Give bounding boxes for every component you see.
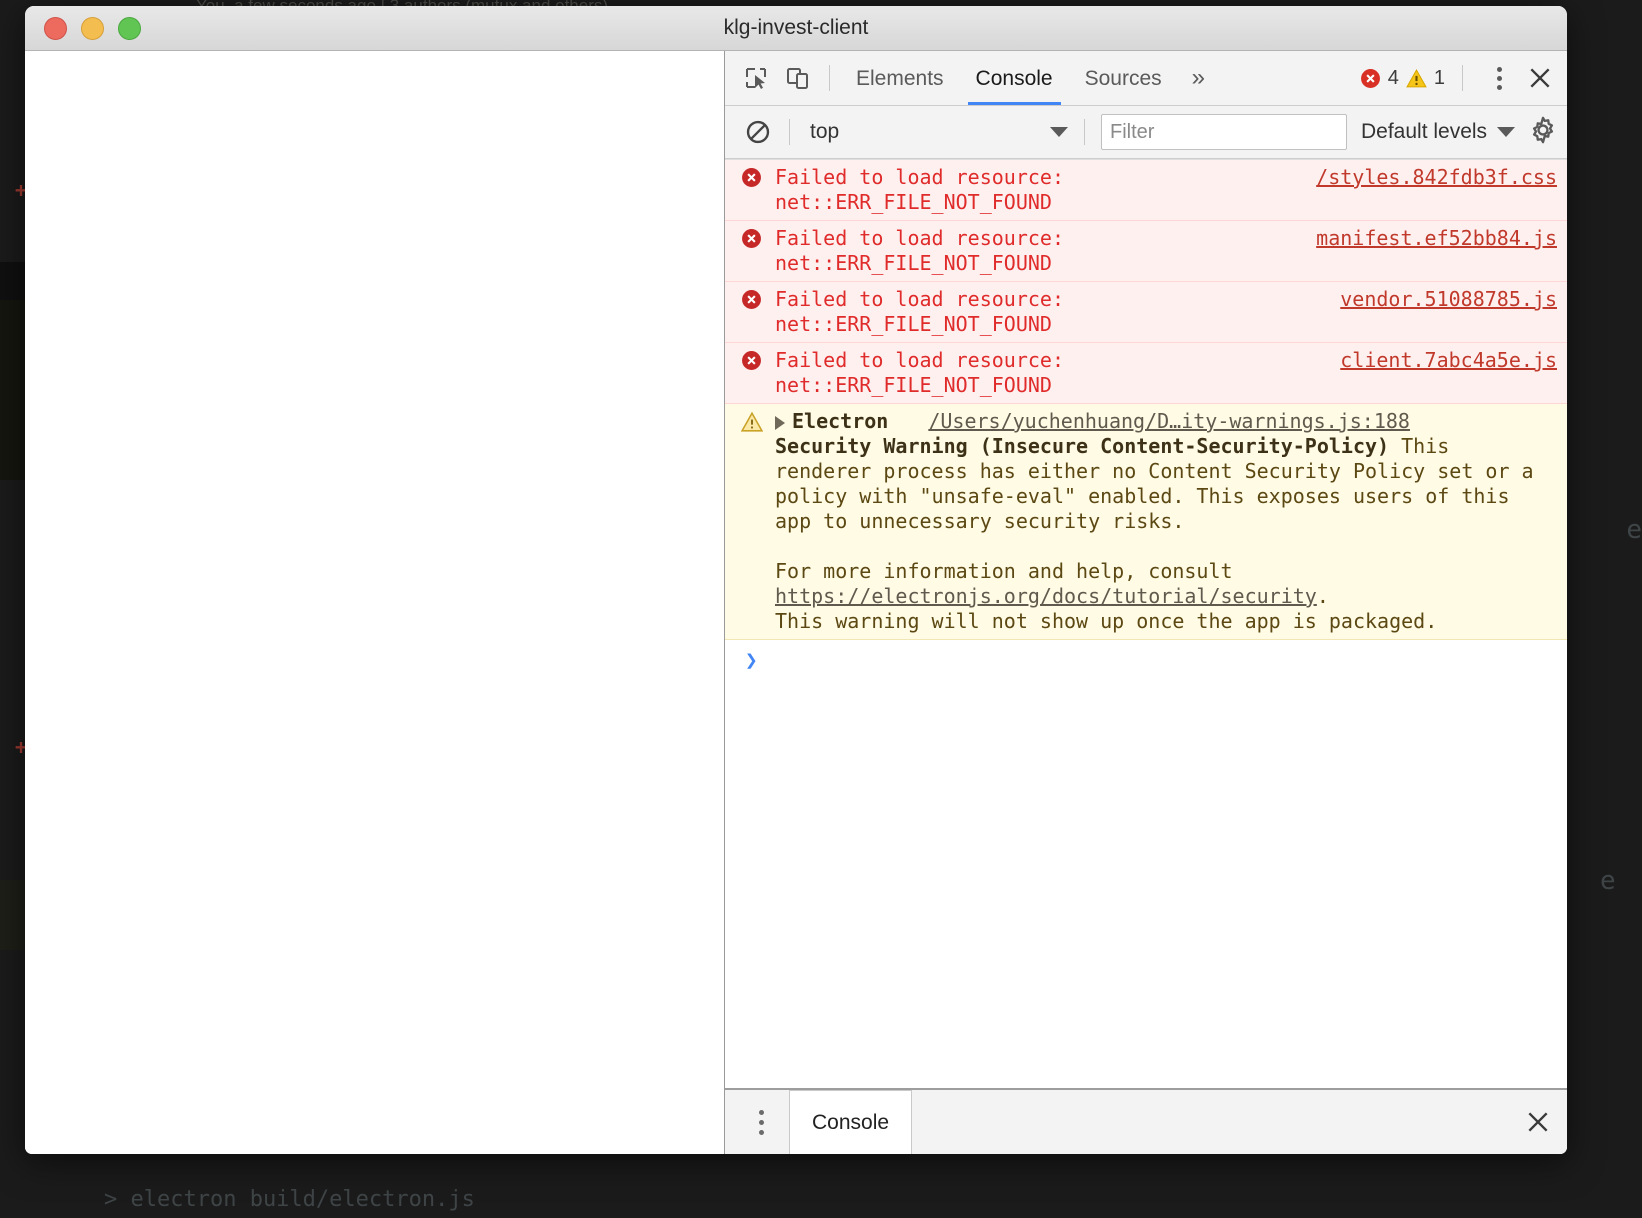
filterbar-divider bbox=[1084, 119, 1085, 145]
warning-title: Electron bbox=[792, 409, 889, 433]
devtools-toolbar: Elements Console Sources » 4 1 bbox=[725, 51, 1567, 106]
error-circle-icon bbox=[741, 287, 775, 337]
console-message-list[interactable]: Failed to load resource: net::ERR_FILE_N… bbox=[725, 159, 1567, 1088]
window-controls bbox=[44, 16, 141, 40]
prompt-chevron-icon: ❯ bbox=[745, 648, 758, 672]
expand-arrow-icon[interactable] bbox=[775, 416, 785, 430]
console-warning-row[interactable]: Electron /Users/yuchenhuang/D…ity-warnin… bbox=[725, 404, 1567, 640]
close-window-button[interactable] bbox=[44, 16, 67, 40]
chevron-down-icon bbox=[1497, 127, 1516, 137]
error-circle-icon bbox=[741, 226, 775, 276]
console-filter-bar: top Filter Default levels bbox=[725, 106, 1567, 159]
error-circle-icon bbox=[741, 348, 775, 398]
warning-count: 1 bbox=[1433, 66, 1445, 89]
error-circle-icon bbox=[741, 165, 775, 215]
warning-paragraph-3: This warning will not show up once the a… bbox=[775, 609, 1438, 633]
toolbar-divider bbox=[1462, 65, 1463, 91]
window-title: klg-invest-client bbox=[723, 16, 869, 39]
electron-security-docs-link[interactable]: https://electronjs.org/docs/tutorial/sec… bbox=[775, 584, 1317, 608]
error-count: 4 bbox=[1387, 66, 1399, 89]
console-error-row[interactable]: Failed to load resource: net::ERR_FILE_N… bbox=[725, 160, 1567, 221]
filter-input[interactable]: Filter bbox=[1101, 114, 1347, 150]
toolbar-divider bbox=[829, 65, 830, 91]
warning-consult-suffix: . bbox=[1316, 584, 1329, 608]
tab-elements[interactable]: Elements bbox=[840, 52, 960, 105]
console-error-text: Failed to load resource: net::ERR_FILE_N… bbox=[775, 348, 1064, 397]
warning-triangle-icon bbox=[1406, 68, 1427, 89]
clear-console-icon[interactable] bbox=[737, 112, 779, 152]
chevron-down-icon bbox=[1050, 127, 1068, 137]
inspect-element-icon[interactable] bbox=[735, 58, 777, 98]
more-tabs-icon[interactable]: » bbox=[1178, 64, 1217, 92]
filterbar-divider bbox=[789, 119, 790, 145]
console-error-text: Failed to load resource: net::ERR_FILE_N… bbox=[775, 165, 1064, 214]
console-error-row[interactable]: Failed to load resource: net::ERR_FILE_N… bbox=[725, 282, 1567, 343]
warning-triangle-icon bbox=[740, 409, 775, 634]
drawer-tab-console[interactable]: Console bbox=[789, 1089, 913, 1154]
error-circle-icon bbox=[1360, 68, 1381, 89]
app-window: klg-invest-client Elements Console Sourc… bbox=[25, 6, 1567, 1154]
tab-sources[interactable]: Sources bbox=[1069, 52, 1178, 105]
console-error-text: Failed to load resource: net::ERR_FILE_N… bbox=[775, 287, 1064, 336]
console-error-row[interactable]: Failed to load resource: net::ERR_FILE_N… bbox=[725, 221, 1567, 282]
drawer-more-options-icon[interactable] bbox=[739, 1109, 783, 1135]
console-error-row[interactable]: Failed to load resource: net::ERR_FILE_N… bbox=[725, 343, 1567, 404]
log-levels-selector[interactable]: Default levels bbox=[1361, 120, 1516, 144]
execution-context-value: top bbox=[810, 120, 840, 143]
terminal-command-line: > electron build/electron.js bbox=[104, 1187, 475, 1212]
console-error-text: Failed to load resource: net::ERR_FILE_N… bbox=[775, 226, 1064, 275]
warning-source-link[interactable]: /Users/yuchenhuang/D…ity-warnings.js:188 bbox=[928, 409, 1410, 434]
window-body: Elements Console Sources » 4 1 top Filte… bbox=[25, 51, 1567, 1154]
devtools-panel: Elements Console Sources » 4 1 top Filte… bbox=[724, 51, 1567, 1154]
console-prompt[interactable]: ❯ bbox=[725, 640, 1567, 680]
issue-counters[interactable]: 4 1 bbox=[1360, 65, 1479, 91]
warning-bold-lead: Security Warning (Insecure Content-Secur… bbox=[775, 434, 1390, 458]
settings-gear-icon[interactable] bbox=[1529, 116, 1557, 149]
console-error-source-link[interactable]: /styles.842fdb3f.css bbox=[1306, 165, 1557, 215]
warning-body: Security Warning (Insecure Content-Secur… bbox=[775, 434, 1557, 534]
console-error-source-link[interactable]: vendor.51088785.js bbox=[1330, 287, 1557, 337]
devtools-drawer: Console bbox=[725, 1088, 1567, 1154]
zoom-window-button[interactable] bbox=[118, 16, 141, 40]
log-levels-label: Default levels bbox=[1361, 120, 1488, 143]
minimize-window-button[interactable] bbox=[81, 16, 104, 40]
close-drawer-icon[interactable] bbox=[1525, 1109, 1567, 1135]
more-options-icon[interactable] bbox=[1479, 66, 1519, 90]
device-toolbar-icon[interactable] bbox=[777, 58, 819, 98]
backdrop-right-text: e bbox=[1600, 866, 1616, 896]
execution-context-selector[interactable]: top bbox=[800, 114, 1074, 150]
warning-paragraph-2: For more information and help, consult h… bbox=[775, 559, 1557, 609]
tab-console[interactable]: Console bbox=[960, 52, 1069, 105]
window-titlebar[interactable]: klg-invest-client bbox=[25, 6, 1567, 51]
console-error-source-link[interactable]: client.7abc4a5e.js bbox=[1330, 348, 1557, 398]
close-devtools-icon[interactable] bbox=[1519, 65, 1567, 91]
console-error-source-link[interactable]: manifest.ef52bb84.js bbox=[1306, 226, 1557, 276]
terminal-band bbox=[0, 300, 28, 480]
web-page-viewport[interactable] bbox=[25, 51, 724, 1154]
warning-consult-prefix: For more information and help, consult bbox=[775, 559, 1245, 583]
